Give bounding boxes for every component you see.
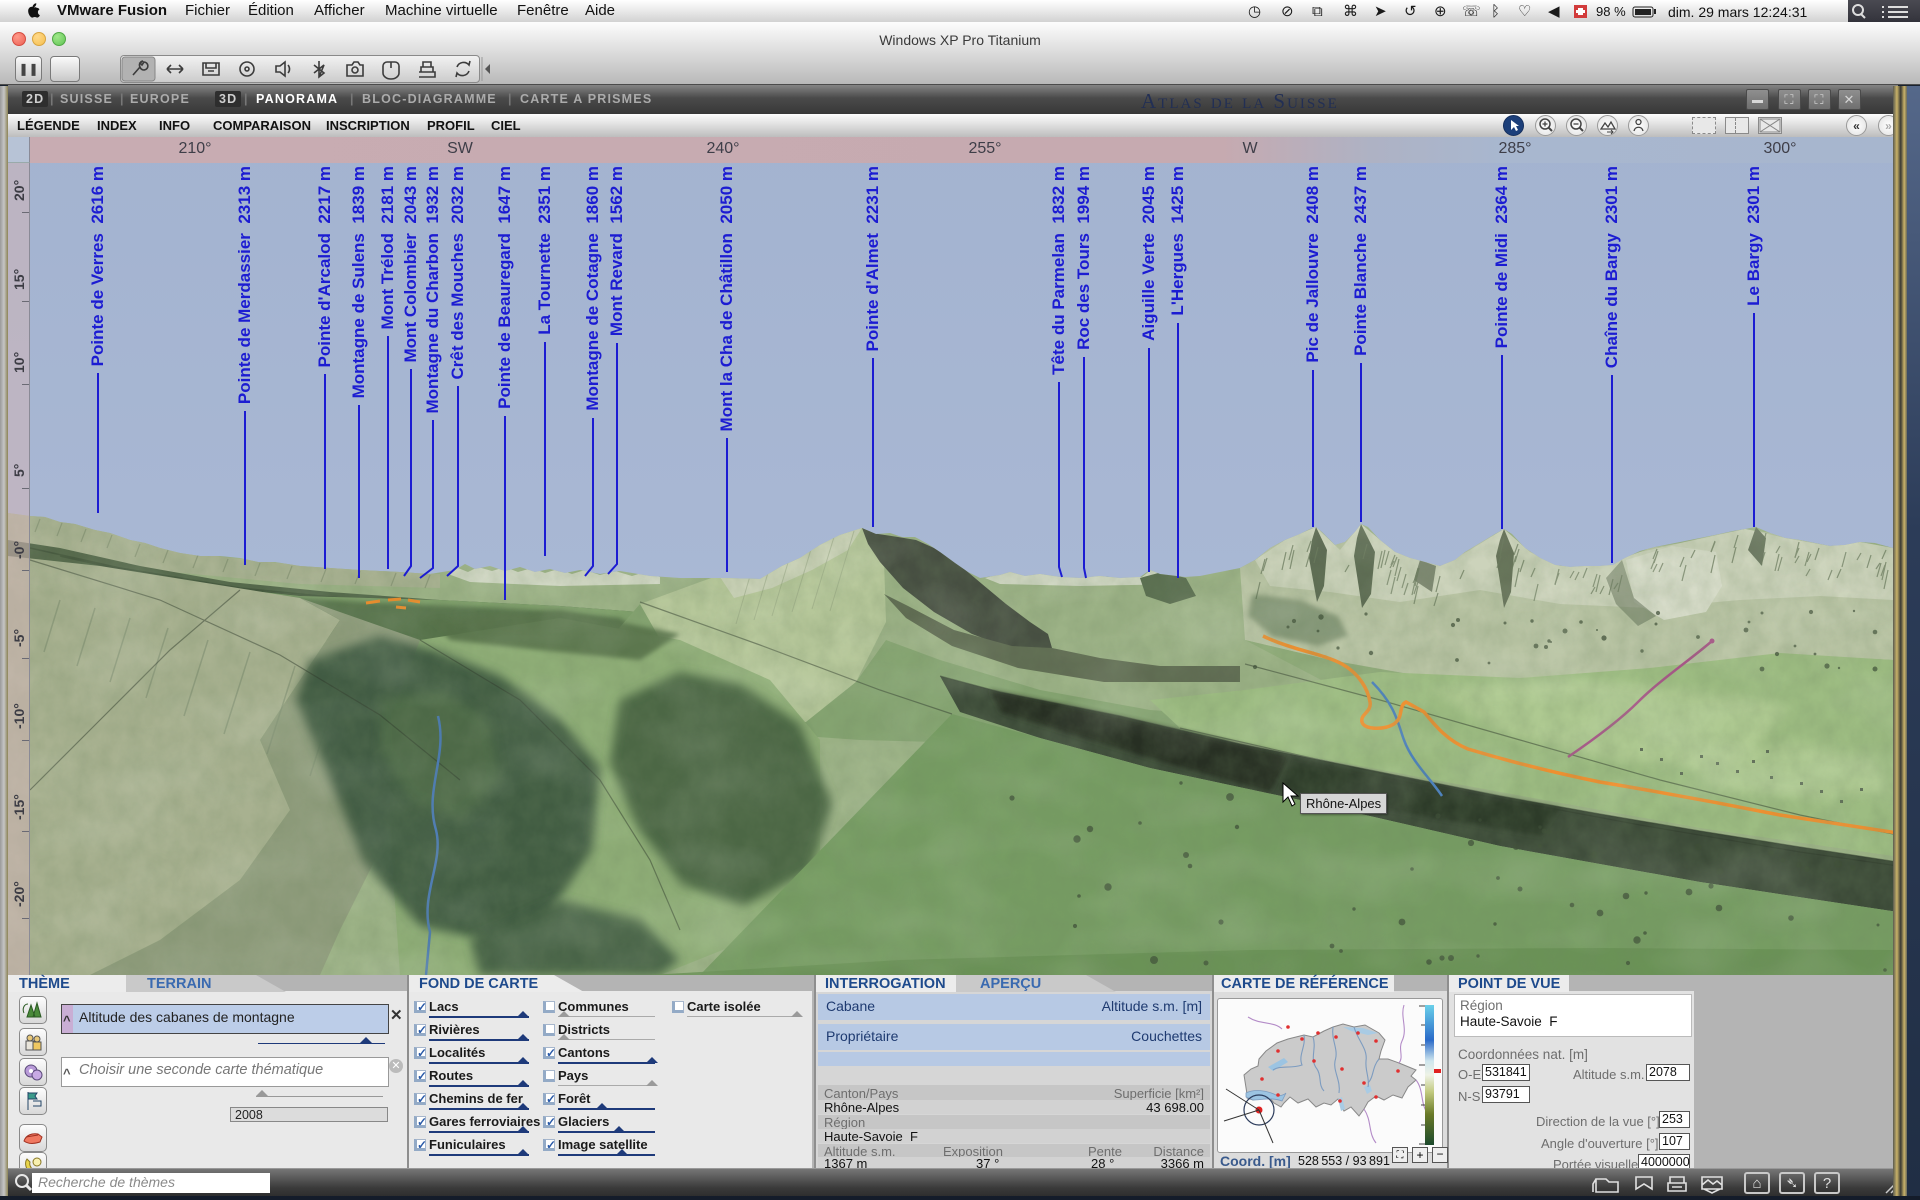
svg-text:Pointe de Verres 2616 m: Pointe de Verres 2616 m: [88, 166, 107, 366]
svg-text:Crêt des Mouches 2032 m: Crêt des Mouches 2032 m: [448, 166, 467, 380]
svg-text:Pointe Blanche 2437 m: Pointe Blanche 2437 m: [1351, 166, 1370, 356]
svg-text:Mont la Cha de Châtillon 2050: Mont la Cha de Châtillon 2050 m: [717, 166, 736, 431]
svg-text:La Tournette 2351 m: La Tournette 2351 m: [535, 166, 554, 335]
svg-text:⊕: ⊕: [1434, 3, 1447, 20]
svg-text:Pointe de Merdassier 2313 m: Pointe de Merdassier 2313 m: [235, 166, 254, 404]
svg-text:♡: ♡: [1518, 3, 1531, 20]
svg-text:Le Bargy 2301 m: Le Bargy 2301 m: [1744, 166, 1763, 306]
svg-text:Pointe de Beauregard 1647 m: Pointe de Beauregard 1647 m: [495, 166, 514, 409]
svg-text:Montagne de Cotagne 1860 m: Montagne de Cotagne 1860 m: [583, 166, 602, 411]
svg-text:◀: ◀: [1548, 3, 1560, 20]
svg-text:Montagne du Charbon 1932 m: Montagne du Charbon 1932 m: [423, 166, 442, 413]
svg-text:⧉: ⧉: [1312, 3, 1323, 20]
svg-text:ᛒ: ᛒ: [1491, 3, 1500, 20]
svg-text:Aiguille Verte 2045 m: Aiguille Verte 2045 m: [1139, 166, 1158, 341]
svg-text:98 %: 98 %: [1596, 4, 1626, 19]
svg-text:L'Hergues 1425 m: L'Hergues 1425 m: [1168, 166, 1187, 316]
svg-text:Tête du Parmelan 1832 m: Tête du Parmelan 1832 m: [1049, 166, 1068, 375]
svg-text:Pointe d'Almet 2231 m: Pointe d'Almet 2231 m: [863, 166, 882, 351]
svg-text:Pointe d'Arcalod 2217 m: Pointe d'Arcalod 2217 m: [315, 166, 334, 368]
svg-text:◷: ◷: [1248, 3, 1261, 20]
svg-text:Mont Revard 1562 m: Mont Revard 1562 m: [607, 166, 626, 336]
svg-text:dim. 29 mars 12:24:31: dim. 29 mars 12:24:31: [1668, 4, 1808, 20]
svg-text:Mont Trélod 2181 m: Mont Trélod 2181 m: [378, 166, 397, 329]
svg-text:⌘: ⌘: [1343, 3, 1358, 20]
svg-text:⊘: ⊘: [1281, 3, 1294, 20]
svg-text:☏: ☏: [1462, 3, 1481, 20]
svg-text:Pointe de Midi 2364 m: Pointe de Midi 2364 m: [1492, 166, 1511, 348]
svg-text:↺: ↺: [1404, 3, 1417, 20]
svg-text:Montagne de Sulens 1839 m: Montagne de Sulens 1839 m: [349, 166, 368, 398]
svg-text:Mont Colombier 2043 m: Mont Colombier 2043 m: [401, 166, 420, 362]
svg-text:Chaîne du Bargy 2301 m: Chaîne du Bargy 2301 m: [1602, 166, 1621, 368]
svg-text:➤: ➤: [1374, 3, 1387, 20]
svg-text:Roc des Tours 1994 m: Roc des Tours 1994 m: [1074, 166, 1093, 350]
svg-text:Pic de Jallouvre 2408 m: Pic de Jallouvre 2408 m: [1303, 166, 1322, 363]
